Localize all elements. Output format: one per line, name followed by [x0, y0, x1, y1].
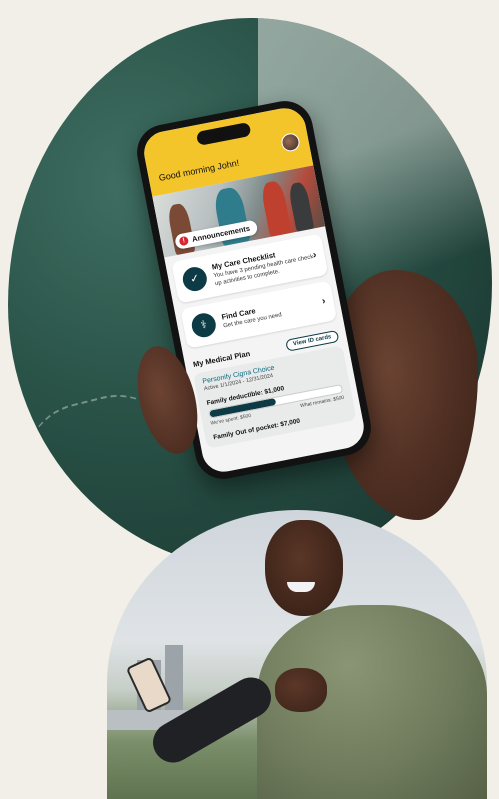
profile-avatar[interactable] — [279, 131, 302, 153]
checklist-icon: ✓ — [180, 265, 209, 294]
fist — [275, 668, 327, 712]
greeting-text: Good morning John! — [157, 157, 240, 183]
stethoscope-icon: ⚕ — [189, 311, 218, 340]
hero-person — [287, 181, 315, 232]
background-building — [165, 645, 183, 720]
hero-person — [259, 179, 292, 237]
head — [265, 520, 343, 616]
alert-icon: ! — [178, 235, 190, 247]
chevron-right-icon: › — [321, 295, 327, 308]
chevron-right-icon: › — [312, 249, 318, 261]
